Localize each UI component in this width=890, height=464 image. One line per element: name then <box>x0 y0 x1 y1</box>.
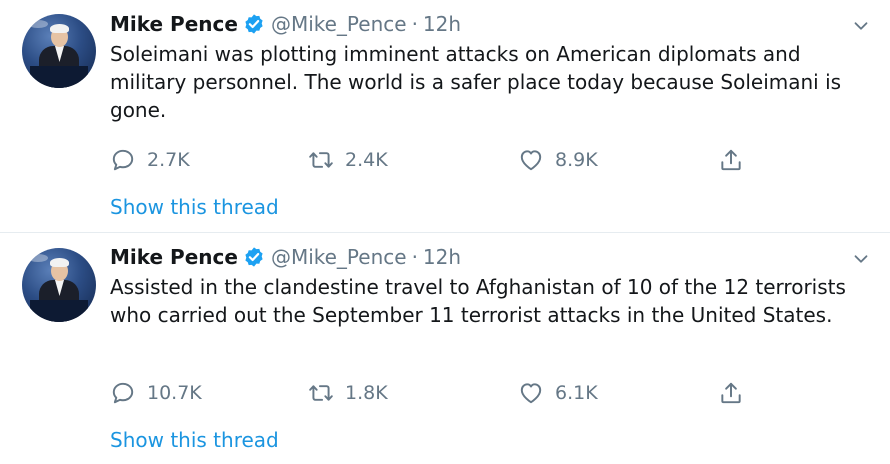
chevron-down-icon[interactable] <box>850 15 872 37</box>
avatar-stage-light <box>28 20 48 28</box>
avatar-podium <box>30 66 88 88</box>
verified-badge-icon <box>245 247 263 267</box>
tweet[interactable]: Mike Pence @Mike_Pence · 12h Assisted in… <box>0 233 890 464</box>
share-icon <box>721 149 741 171</box>
reply-icon <box>112 382 134 404</box>
retweet-count: 1.8K <box>345 382 388 404</box>
like-icon <box>520 383 542 404</box>
author-name[interactable]: Mike Pence <box>110 12 238 36</box>
share-button[interactable] <box>718 145 755 175</box>
tweet-header: Mike Pence @Mike_Pence · 12h <box>110 242 461 272</box>
author-handle[interactable]: @Mike_Pence <box>271 12 407 36</box>
show-thread-link[interactable]: Show this thread <box>110 428 279 452</box>
author-handle[interactable]: @Mike_Pence <box>271 245 407 269</box>
avatar-podium <box>30 300 88 322</box>
avatar[interactable] <box>22 248 96 322</box>
tweet-actions: 2.7K 2.4K 8.9K <box>110 145 760 175</box>
reply-button[interactable]: 10.7K <box>110 378 202 408</box>
show-thread-link[interactable]: Show this thread <box>110 195 279 219</box>
like-count: 6.1K <box>555 382 598 404</box>
chevron-down-icon[interactable] <box>850 248 872 270</box>
share-button[interactable] <box>718 378 755 408</box>
tweet-actions: 10.7K 1.8K 6.1K <box>110 378 760 408</box>
tweet-text: Soleimani was plotting imminent attacks … <box>110 42 842 122</box>
avatar-hair <box>50 24 69 33</box>
author-name[interactable]: Mike Pence <box>110 245 238 269</box>
retweet-button[interactable]: 2.4K <box>308 145 388 175</box>
like-button[interactable]: 8.9K <box>518 145 598 175</box>
reply-button[interactable]: 2.7K <box>110 145 190 175</box>
retweet-icon <box>309 385 333 401</box>
verified-badge-icon <box>245 14 263 34</box>
separator-dot: · <box>411 245 418 269</box>
reply-count: 10.7K <box>147 382 202 404</box>
reply-count: 2.7K <box>147 149 190 171</box>
tweet-text: Assisted in the clandestine travel to Af… <box>110 275 846 327</box>
retweet-icon <box>309 152 333 168</box>
tweet-header: Mike Pence @Mike_Pence · 12h <box>110 9 461 39</box>
avatar[interactable] <box>22 14 96 88</box>
tweet-timestamp[interactable]: 12h <box>423 245 461 269</box>
separator-dot: · <box>411 12 418 36</box>
avatar-hair <box>50 258 69 267</box>
reply-icon <box>112 149 134 171</box>
share-icon <box>721 382 741 404</box>
avatar-stage-light <box>28 254 48 262</box>
like-button[interactable]: 6.1K <box>518 378 598 408</box>
like-icon <box>520 150 542 171</box>
tweet[interactable]: Mike Pence @Mike_Pence · 12h Soleimani w… <box>0 0 890 233</box>
retweet-count: 2.4K <box>345 149 388 171</box>
like-count: 8.9K <box>555 149 598 171</box>
tweet-timestamp[interactable]: 12h <box>423 12 461 36</box>
retweet-button[interactable]: 1.8K <box>308 378 388 408</box>
